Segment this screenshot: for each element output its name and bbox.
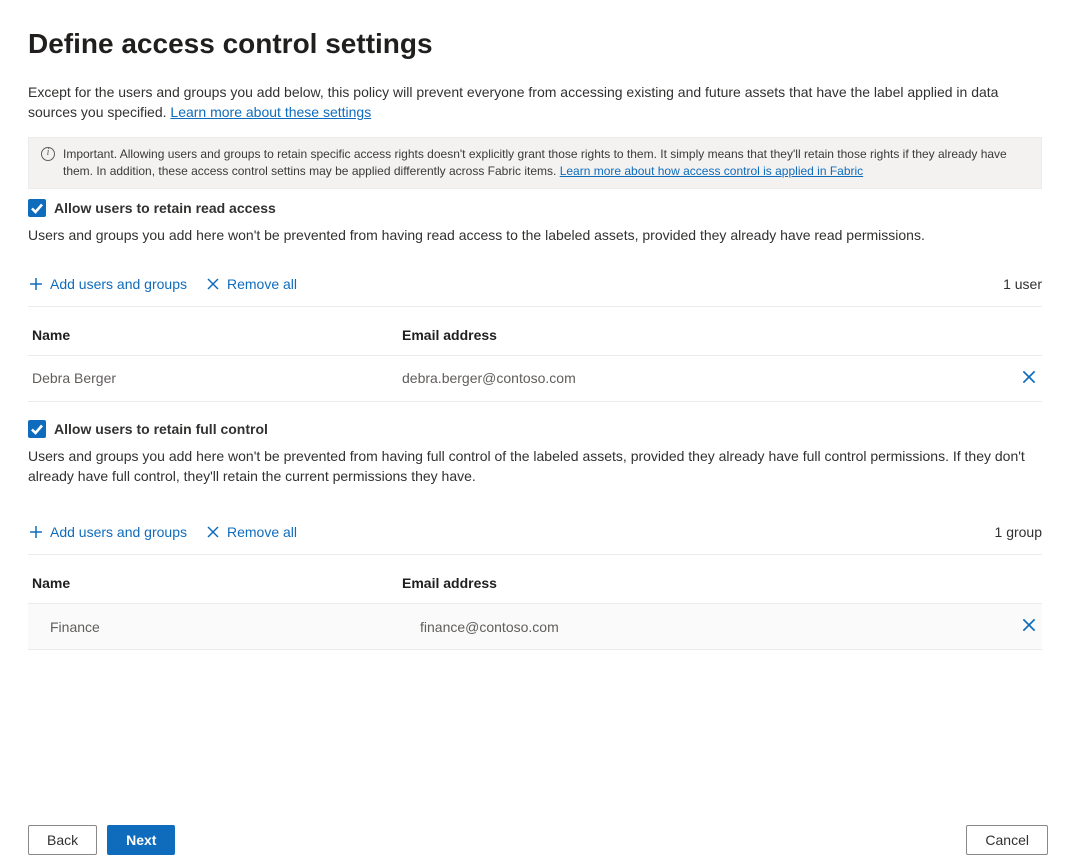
read-table-row: Debra Berger debra.berger@contoso.com	[28, 356, 1042, 402]
close-icon	[205, 524, 221, 540]
intro-paragraph: Except for the users and groups you add …	[28, 82, 1042, 123]
full-control-description: Users and groups you add here won't be p…	[28, 446, 1042, 487]
close-icon	[1020, 616, 1038, 634]
read-access-checkbox[interactable]	[28, 199, 46, 217]
read-access-checkbox-label: Allow users to retain read access	[54, 200, 276, 216]
read-remove-all-label: Remove all	[227, 276, 297, 292]
read-row-name: Debra Berger	[32, 370, 402, 386]
read-toolbar: Add users and groups Remove all 1 user	[28, 274, 1042, 307]
full-count: 1 group	[995, 524, 1042, 540]
full-row-email: finance@contoso.com	[402, 619, 998, 635]
checkmark-icon	[29, 200, 45, 216]
close-icon	[205, 276, 221, 292]
full-row-remove-button[interactable]	[1020, 616, 1038, 634]
full-table-header: Name Email address	[28, 555, 1042, 604]
full-control-checkbox-row: Allow users to retain full control	[28, 420, 1042, 438]
full-add-users-button[interactable]: Add users and groups	[28, 522, 187, 542]
info-icon: i	[41, 147, 55, 161]
close-icon	[1020, 368, 1038, 386]
read-row-email: debra.berger@contoso.com	[402, 370, 998, 386]
read-col-name: Name	[32, 327, 402, 343]
read-access-description: Users and groups you add here won't be p…	[28, 225, 1042, 245]
checkmark-icon	[29, 421, 45, 437]
read-row-remove-button[interactable]	[1020, 368, 1038, 386]
full-add-label: Add users and groups	[50, 524, 187, 540]
learn-more-settings-link[interactable]: Learn more about these settings	[170, 104, 371, 120]
cancel-button[interactable]: Cancel	[966, 825, 1048, 855]
read-remove-all-button[interactable]: Remove all	[205, 274, 297, 294]
read-count: 1 user	[1003, 276, 1042, 292]
full-col-email: Email address	[402, 575, 998, 591]
info-text: Important. Allowing users and groups to …	[63, 146, 1029, 181]
info-banner: i Important. Allowing users and groups t…	[28, 137, 1042, 190]
next-button[interactable]: Next	[107, 825, 175, 855]
full-control-checkbox[interactable]	[28, 420, 46, 438]
full-toolbar: Add users and groups Remove all 1 group	[28, 522, 1042, 555]
full-remove-all-button[interactable]: Remove all	[205, 522, 297, 542]
full-col-name: Name	[32, 575, 402, 591]
read-add-users-button[interactable]: Add users and groups	[28, 274, 187, 294]
full-table-row: Finance finance@contoso.com	[28, 604, 1042, 650]
info-important-label: Important.	[63, 147, 117, 161]
read-table-header: Name Email address	[28, 307, 1042, 356]
page-title: Define access control settings	[28, 28, 1042, 60]
full-remove-all-label: Remove all	[227, 524, 297, 540]
full-control-checkbox-label: Allow users to retain full control	[54, 421, 268, 437]
info-body: Allowing users and groups to retain spec…	[63, 147, 1007, 178]
plus-icon	[28, 524, 44, 540]
full-row-name: Finance	[32, 619, 402, 635]
learn-more-fabric-link[interactable]: Learn more about how access control is a…	[560, 164, 864, 178]
read-access-checkbox-row: Allow users to retain read access	[28, 199, 1042, 217]
footer: Back Next Cancel	[28, 825, 1048, 855]
read-add-label: Add users and groups	[50, 276, 187, 292]
back-button[interactable]: Back	[28, 825, 97, 855]
plus-icon	[28, 276, 44, 292]
read-col-email: Email address	[402, 327, 998, 343]
